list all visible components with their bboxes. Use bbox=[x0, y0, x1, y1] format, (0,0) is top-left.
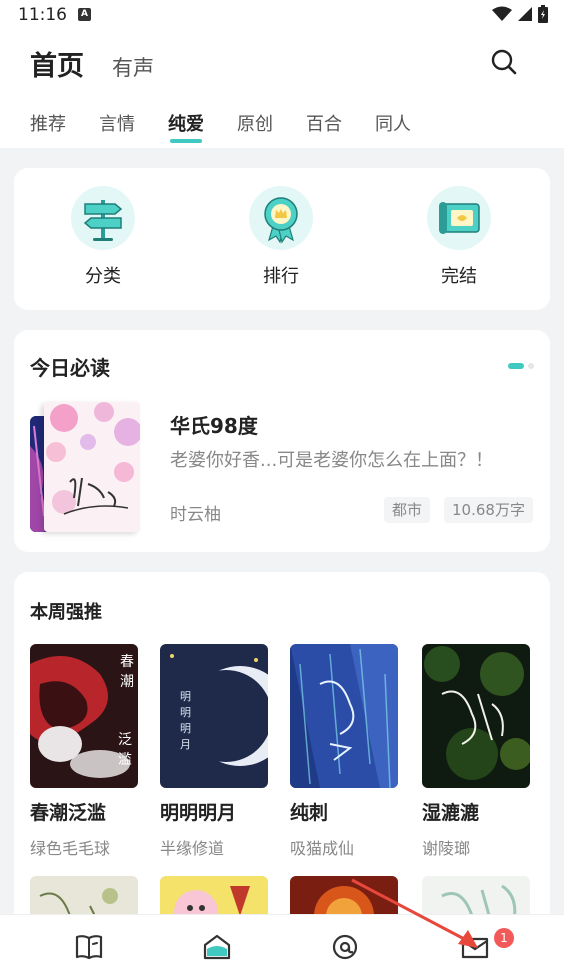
daily-card: 今日必读 华氏98度 老婆你好香...可是老婆你怎么在上面？！ 时云柚 都市 1… bbox=[14, 330, 550, 552]
book-cover[interactable] bbox=[290, 644, 398, 788]
sub-tab-fanfic[interactable]: 同人 bbox=[375, 110, 411, 136]
svg-text:泛: 泛 bbox=[118, 732, 132, 748]
tab-audio[interactable]: 有声 bbox=[112, 52, 154, 82]
main-tabs: 首页 有声 bbox=[30, 44, 154, 83]
daily-book-description: 老婆你好香...可是老婆你怎么在上面？！ bbox=[170, 450, 494, 471]
weekly-card: 本周强推 春 潮 泛 滥 春潮泛滥 绿色毛毛球 明 明 明 月 明明明月 半缘修… bbox=[14, 572, 550, 936]
sub-tab-romance[interactable]: 言情 bbox=[99, 110, 135, 136]
carousel-dot-active bbox=[508, 363, 524, 369]
svg-text:春: 春 bbox=[120, 654, 134, 670]
category-finished[interactable]: 完结 bbox=[414, 186, 504, 288]
weekly-book-1[interactable]: 春 潮 泛 滥 春潮泛滥 绿色毛毛球 bbox=[30, 644, 138, 859]
category-finished-label: 完结 bbox=[441, 266, 477, 287]
weekly-book-4[interactable]: 湿漉漉 谢陵瑯 bbox=[422, 644, 530, 859]
notification-badge: 1 bbox=[494, 928, 514, 948]
award-icon bbox=[249, 186, 313, 250]
home-icon[interactable] bbox=[202, 933, 232, 961]
signpost-icon bbox=[71, 186, 135, 250]
svg-text:滥: 滥 bbox=[118, 752, 132, 768]
category-ranking[interactable]: 排行 bbox=[236, 186, 326, 288]
at-icon[interactable] bbox=[330, 933, 360, 961]
tab-home[interactable]: 首页 bbox=[30, 44, 84, 83]
book-cover[interactable] bbox=[422, 644, 530, 788]
book-author: 绿色毛毛球 bbox=[30, 839, 111, 858]
daily-book-tag-genre: 都市 bbox=[384, 497, 431, 523]
sub-tab-bl[interactable]: 纯爱 bbox=[168, 110, 204, 143]
message-icon[interactable] bbox=[460, 933, 490, 961]
sub-tab-original[interactable]: 原创 bbox=[237, 110, 273, 136]
svg-text:明: 明 bbox=[180, 706, 191, 719]
weekly-book-2[interactable]: 明 明 明 月 明明明月 半缘修道 bbox=[160, 644, 268, 859]
daily-title: 今日必读 bbox=[30, 356, 110, 380]
status-icons bbox=[492, 5, 548, 23]
daily-book-cover[interactable] bbox=[44, 402, 140, 532]
book-author: 吸猫成仙 bbox=[290, 839, 355, 858]
app-header: 首页 有声 推荐 言情 纯爱 原创 百合 同人 bbox=[0, 30, 564, 148]
svg-text:月: 月 bbox=[180, 738, 191, 751]
signal-icon bbox=[518, 7, 532, 21]
sub-tab-recommend[interactable]: 推荐 bbox=[30, 110, 66, 136]
svg-text:明: 明 bbox=[180, 690, 191, 703]
book-author: 谢陵瑯 bbox=[422, 839, 471, 858]
book-title[interactable]: 春潮泛滥 bbox=[30, 798, 138, 825]
book-icon[interactable] bbox=[74, 933, 104, 961]
book-title[interactable]: 纯刺 bbox=[290, 798, 398, 825]
search-icon[interactable] bbox=[490, 48, 518, 76]
book-title[interactable]: 湿漉漉 bbox=[422, 798, 530, 825]
carousel-dot bbox=[528, 363, 534, 369]
a-icon: A bbox=[78, 8, 91, 21]
status-bar: 11:16 A bbox=[0, 0, 564, 30]
category-classify[interactable]: 分类 bbox=[58, 186, 148, 288]
bottom-nav bbox=[0, 914, 564, 962]
status-time: 11:16 bbox=[18, 5, 67, 25]
daily-book-title[interactable]: 华氏98度 bbox=[170, 410, 258, 439]
carousel-indicator bbox=[508, 363, 534, 369]
svg-text:潮: 潮 bbox=[120, 674, 134, 690]
category-card: 分类 排行 完结 bbox=[14, 168, 550, 310]
category-ranking-label: 排行 bbox=[263, 266, 299, 287]
sub-tabs: 推荐 言情 纯爱 原创 百合 同人 bbox=[30, 110, 444, 143]
sub-tab-gl[interactable]: 百合 bbox=[306, 110, 342, 136]
daily-book-author: 时云柚 bbox=[170, 505, 221, 525]
svg-text:明: 明 bbox=[180, 722, 191, 735]
book-cover[interactable]: 春 潮 泛 滥 bbox=[30, 644, 138, 788]
scroll-icon bbox=[427, 186, 491, 250]
wifi-icon bbox=[492, 6, 512, 21]
weekly-book-3[interactable]: 纯刺 吸猫成仙 bbox=[290, 644, 398, 859]
book-title[interactable]: 明明明月 bbox=[160, 798, 268, 825]
weekly-title: 本周强推 bbox=[30, 602, 102, 623]
book-author: 半缘修道 bbox=[160, 839, 225, 858]
category-classify-label: 分类 bbox=[85, 266, 121, 287]
book-cover[interactable]: 明 明 明 月 bbox=[160, 644, 268, 788]
battery-icon bbox=[538, 5, 548, 23]
daily-book-tag-wordcount: 10.68万字 bbox=[444, 497, 533, 523]
